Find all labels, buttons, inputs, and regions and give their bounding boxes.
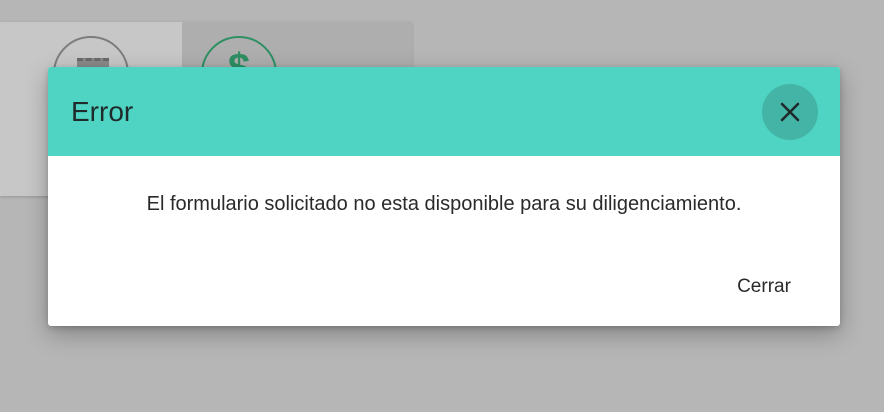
close-button[interactable] (762, 84, 818, 140)
close-icon (780, 102, 800, 122)
dialog-title: Error (71, 96, 134, 127)
close-text-button[interactable]: Cerrar (724, 271, 804, 303)
error-dialog: Error El formulario solicitado no esta d… (48, 67, 840, 326)
dialog-message: El formulario solicitado no esta disponi… (146, 193, 742, 215)
page: $ Error El formulario solicitado no esta… (0, 0, 884, 412)
dialog-header: Error (48, 67, 840, 156)
